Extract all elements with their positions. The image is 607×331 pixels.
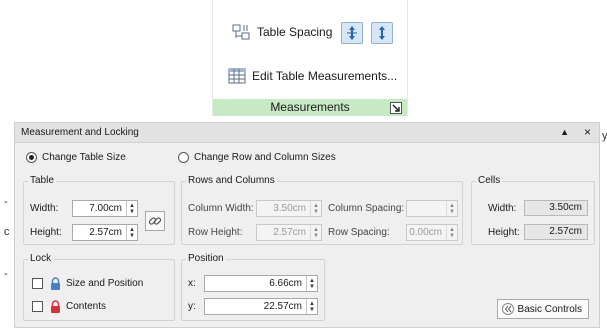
- row-spacing-stepper[interactable]: 0.00cm ▲ ▼: [406, 224, 458, 241]
- stepper-arrows[interactable]: ▲ ▼: [126, 201, 137, 216]
- stepper-arrows[interactable]: ▲ ▼: [310, 225, 321, 240]
- cell-width-label: Width:: [488, 203, 517, 214]
- cell-width-value: 3.50cm: [524, 200, 588, 216]
- table-spacing-button[interactable]: Table Spacing: [231, 22, 332, 42]
- table-width-value: 7.00cm: [89, 203, 122, 214]
- link-proportions-button[interactable]: [145, 211, 165, 231]
- radio-label-table-size: Change Table Size: [42, 152, 126, 163]
- cell-height-label: Height:: [488, 227, 520, 238]
- lock-size-position-row[interactable]: Size and Position: [32, 277, 143, 290]
- table-width-label: Width:: [30, 203, 59, 214]
- spacing-button-1[interactable]: [341, 22, 363, 44]
- table-height-stepper[interactable]: 2.57cm ▲ ▼: [72, 224, 138, 241]
- lock-contents-row[interactable]: Contents: [32, 300, 106, 313]
- lock-icon: [50, 277, 61, 290]
- radio-button[interactable]: [178, 152, 189, 163]
- double-chevron-left-icon: [501, 303, 514, 315]
- size-position-checkbox[interactable]: [32, 278, 43, 289]
- cells-group-title: Cells: [476, 175, 503, 186]
- basic-controls-button[interactable]: Basic Controls: [496, 299, 589, 319]
- edge-fragment-left-3: -: [4, 268, 8, 280]
- basic-controls-label: Basic Controls: [517, 303, 582, 315]
- radio-button-selected[interactable]: [26, 152, 37, 163]
- table-spacing-label: Table Spacing: [257, 25, 333, 39]
- position-x-value: 6.66cm: [269, 278, 302, 289]
- table-height-label: Height:: [30, 227, 62, 238]
- lock-group: Lock Size and Position Contents: [23, 253, 175, 321]
- lock-icon: [50, 300, 61, 313]
- position-group: Position x: 6.66cm ▲ ▼ y: 22.57cm ▲ ▼: [181, 253, 325, 321]
- position-x-stepper[interactable]: 6.66cm ▲ ▼: [204, 275, 318, 292]
- edge-fragment-left-1: -: [4, 196, 8, 208]
- ribbon-measurements-group: Table Spacing Edit Table Measurements...…: [212, 0, 408, 116]
- table-width-stepper[interactable]: 7.00cm ▲ ▼: [72, 200, 138, 217]
- rows-columns-group-title: Rows and Columns: [186, 175, 277, 186]
- row-spacing-label: Row Spacing:: [328, 227, 390, 238]
- cells-group: Cells Width: 3.50cm Height: 2.57cm: [471, 175, 595, 245]
- position-x-label: x:: [188, 278, 196, 289]
- stepper-arrows[interactable]: ▲ ▼: [306, 276, 317, 291]
- table-group: Table Width: 7.00cm ▲ ▼ Height: 2.57cm ▲ ▼: [23, 175, 175, 245]
- column-spacing-label: Column Spacing:: [328, 203, 405, 214]
- position-y-value: 22.57cm: [263, 301, 302, 312]
- radio-change-row-column[interactable]: Change Row and Column Sizes: [178, 152, 336, 163]
- row-height-label: Row Height:: [188, 227, 243, 238]
- dialog-launcher-icon[interactable]: [390, 102, 402, 114]
- table-height-value: 2.57cm: [89, 227, 122, 238]
- ribbon-group-caption: Measurements: [213, 99, 407, 116]
- stepper-arrows[interactable]: ▲ ▼: [306, 299, 317, 314]
- stepper-arrows[interactable]: ▲ ▼: [126, 225, 137, 240]
- table-spacing-icon: [231, 22, 251, 42]
- column-spacing-stepper[interactable]: ▲ ▼: [406, 200, 458, 217]
- lock-group-title: Lock: [28, 253, 54, 264]
- group-caption-label: Measurements: [270, 100, 350, 114]
- table-grid-icon: [227, 66, 247, 86]
- column-width-value: 3.50cm: [273, 203, 306, 214]
- row-spacing-value: 0.00cm: [409, 227, 442, 238]
- column-spacing-value: [407, 201, 446, 216]
- edge-fragment-left-2: c: [4, 226, 10, 238]
- row-height-stepper[interactable]: 2.57cm ▲ ▼: [256, 224, 322, 241]
- column-width-label: Column Width:: [188, 203, 254, 214]
- size-position-label: Size and Position: [66, 278, 144, 289]
- position-y-stepper[interactable]: 22.57cm ▲ ▼: [204, 298, 318, 315]
- close-icon[interactable]: ×: [584, 125, 591, 139]
- position-group-title: Position: [186, 253, 226, 264]
- radio-change-table-size[interactable]: Change Table Size: [26, 152, 126, 163]
- vertical-spacing-icon: [346, 25, 358, 41]
- collapse-icon[interactable]: ▲: [560, 127, 569, 137]
- radio-label-row-column: Change Row and Column Sizes: [194, 152, 336, 163]
- vertical-spacing-icon: [376, 25, 388, 41]
- edit-table-measurements-label: Edit Table Measurements...: [252, 69, 398, 83]
- column-width-stepper[interactable]: 3.50cm ▲ ▼: [256, 200, 322, 217]
- edit-table-measurements-button[interactable]: Edit Table Measurements...: [227, 66, 397, 86]
- stepper-arrows[interactable]: ▲ ▼: [446, 225, 457, 240]
- stepper-arrows[interactable]: ▲ ▼: [310, 201, 321, 216]
- panel-titlebar: Measurement and Locking ▲ ×: [15, 123, 599, 143]
- measurement-locking-panel: Measurement and Locking ▲ × Change Table…: [14, 122, 600, 328]
- contents-checkbox[interactable]: [32, 301, 43, 312]
- row-height-value: 2.57cm: [273, 227, 306, 238]
- contents-label: Contents: [66, 301, 107, 312]
- spacing-button-2[interactable]: [371, 22, 393, 44]
- edge-fragment-right: y: [602, 130, 607, 142]
- chain-link-icon: [148, 214, 162, 228]
- cell-height-value: 2.57cm: [524, 224, 588, 240]
- position-y-label: y:: [188, 301, 196, 312]
- panel-title: Measurement and Locking: [21, 127, 139, 138]
- table-group-title: Table: [28, 175, 56, 186]
- stepper-arrows[interactable]: ▲ ▼: [446, 201, 457, 216]
- rows-columns-group: Rows and Columns Column Width: 3.50cm ▲ ▼…: [181, 175, 463, 245]
